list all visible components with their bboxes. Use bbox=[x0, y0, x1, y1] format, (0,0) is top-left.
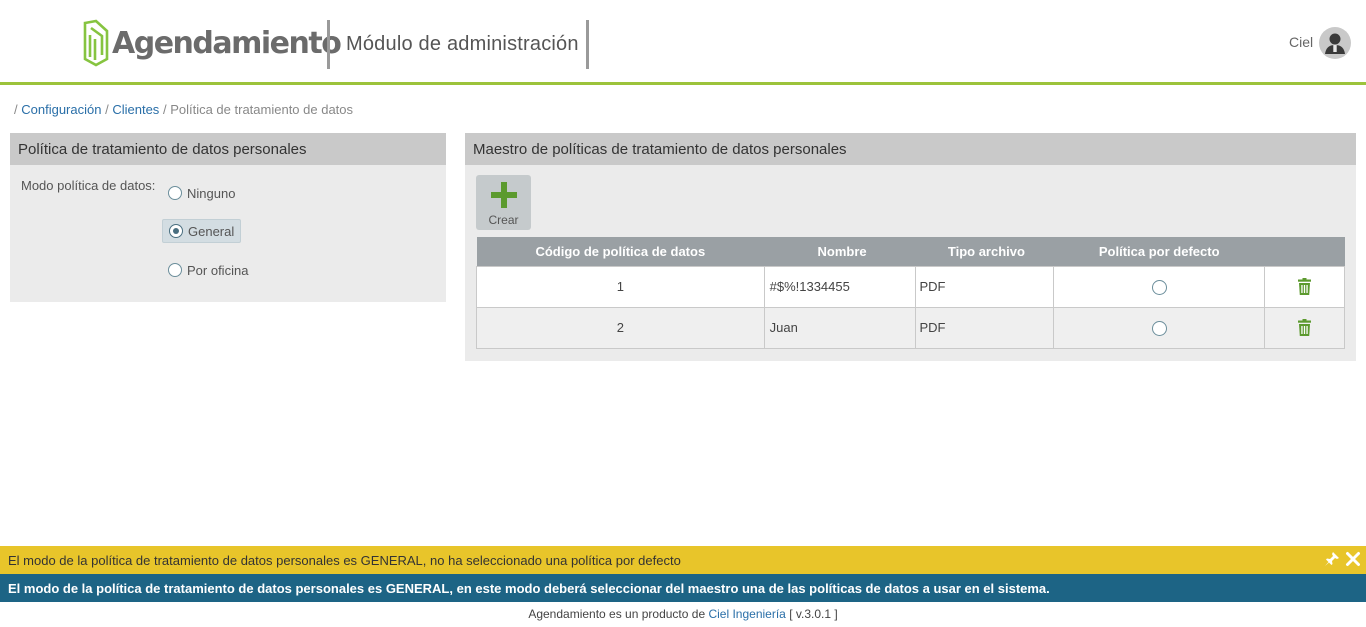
mode-option-por-oficina[interactable]: Por oficina bbox=[162, 258, 254, 282]
col-header-name[interactable]: Nombre bbox=[764, 237, 915, 266]
default-radio-icon[interactable] bbox=[1151, 320, 1167, 336]
col-header-code[interactable]: Código de política de datos bbox=[476, 237, 765, 266]
pin-icon[interactable] bbox=[1324, 551, 1340, 567]
breadcrumb-separator: / bbox=[14, 102, 18, 117]
footer-company-link[interactable]: Ciel Ingeniería bbox=[708, 607, 785, 621]
module-title: Módulo de administración bbox=[346, 33, 579, 55]
warning-text: El modo de la política de tratamiento de… bbox=[8, 553, 681, 568]
breadcrumb-separator: / bbox=[162, 102, 167, 117]
logo-text: Agendamiento bbox=[112, 25, 342, 61]
cell-code: 1 bbox=[476, 265, 765, 308]
table-row[interactable]: 2 Juan PDF bbox=[476, 306, 1345, 349]
breadcrumb-configuracion[interactable]: Configuración bbox=[21, 102, 101, 117]
cell-default bbox=[1053, 306, 1266, 349]
cell-delete bbox=[1264, 265, 1345, 308]
option-label: Por oficina bbox=[187, 262, 249, 278]
mode-option-ninguno[interactable]: Ninguno bbox=[162, 181, 241, 205]
trash-icon[interactable] bbox=[1298, 319, 1312, 337]
radio-icon[interactable] bbox=[169, 224, 183, 238]
table-row[interactable]: 1 #$%!1334455 PDF bbox=[476, 265, 1345, 308]
app-logo[interactable]: Agendamiento bbox=[82, 18, 342, 68]
breadcrumb-current: Política de tratamiento de datos bbox=[170, 102, 354, 117]
policy-table: Código de política de datos Nombre Tipo … bbox=[476, 237, 1345, 349]
policy-master-panel: Maestro de políticas de tratamiento de d… bbox=[465, 133, 1356, 361]
header-divider bbox=[327, 20, 330, 69]
table-header-row: Código de política de datos Nombre Tipo … bbox=[476, 237, 1345, 266]
data-policy-mode-panel: Política de tratamiento de datos persona… bbox=[10, 133, 446, 302]
breadcrumb-clientes[interactable]: Clientes bbox=[112, 102, 159, 117]
info-notification-bar: El modo de la política de tratamiento de… bbox=[0, 574, 1366, 602]
logo-icon bbox=[83, 19, 109, 67]
radio-icon[interactable] bbox=[168, 263, 182, 277]
breadcrumb-separator: / bbox=[105, 102, 109, 117]
user-name[interactable]: Ciel bbox=[1289, 34, 1313, 50]
header-divider bbox=[586, 20, 589, 69]
panel-title: Política de tratamiento de datos persona… bbox=[10, 133, 446, 165]
default-radio-icon[interactable] bbox=[1151, 279, 1167, 295]
create-button[interactable]: Crear bbox=[476, 175, 531, 230]
cell-code: 2 bbox=[476, 306, 765, 349]
footer-prefix: Agendamiento es un producto de bbox=[528, 607, 706, 621]
radio-icon[interactable] bbox=[168, 186, 182, 200]
mode-option-general[interactable]: General bbox=[162, 219, 242, 243]
warning-notification-bar: El modo de la política de tratamiento de… bbox=[0, 546, 1366, 574]
close-icon[interactable] bbox=[1345, 551, 1361, 567]
cell-type: PDF bbox=[914, 306, 1055, 349]
cell-name: #$%!1334455 bbox=[763, 265, 916, 308]
panel-title: Maestro de políticas de tratamiento de d… bbox=[465, 133, 1356, 165]
cell-name: Juan bbox=[763, 306, 916, 349]
footer-version: [ v.3.0.1 ] bbox=[789, 607, 838, 621]
user-avatar-icon[interactable] bbox=[1319, 27, 1351, 59]
cell-type: PDF bbox=[914, 265, 1055, 308]
option-label: Ninguno bbox=[187, 185, 236, 201]
col-header-type[interactable]: Tipo archivo bbox=[915, 237, 1054, 266]
create-label: Crear bbox=[488, 213, 519, 227]
col-header-actions bbox=[1264, 237, 1345, 266]
footer: Agendamiento es un producto de Ciel Inge… bbox=[0, 607, 1366, 621]
option-label: General bbox=[188, 223, 235, 239]
trash-icon[interactable] bbox=[1298, 278, 1312, 296]
cell-delete bbox=[1264, 306, 1345, 349]
info-text: El modo de la política de tratamiento de… bbox=[8, 581, 1050, 596]
app-header: Agendamiento Módulo de administración Ci… bbox=[0, 0, 1366, 85]
cell-default bbox=[1053, 265, 1266, 308]
col-header-default[interactable]: Política por defecto bbox=[1053, 237, 1265, 266]
plus-icon bbox=[491, 182, 517, 208]
mode-label: Modo política de datos: bbox=[21, 178, 156, 193]
breadcrumb: / Configuración / Clientes / Política de… bbox=[14, 102, 353, 117]
